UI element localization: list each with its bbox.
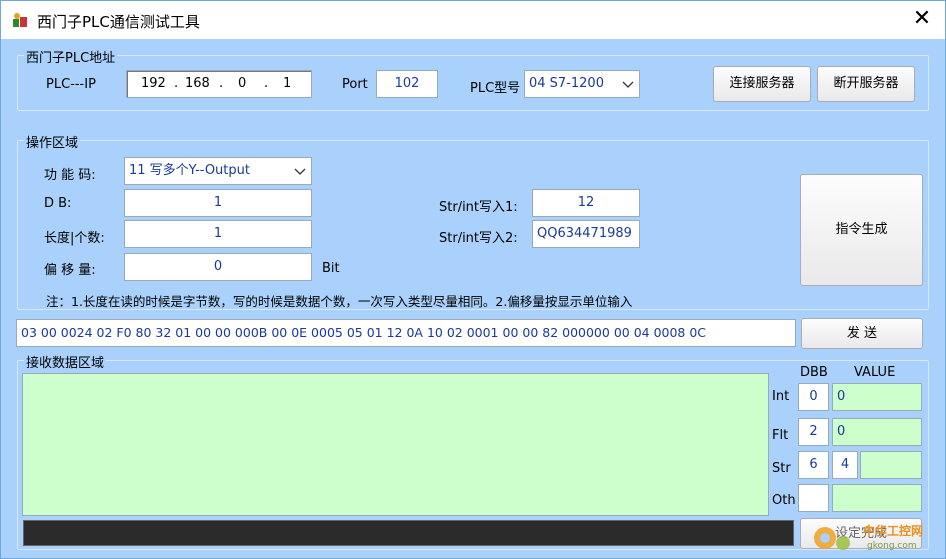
ip-dot: .	[174, 76, 179, 91]
plc-address-group-label: 西门子PLC地址	[24, 47, 118, 66]
port-label: Port	[342, 77, 368, 92]
write2-label: Str/int写入2:	[439, 231, 518, 246]
connect-server-button[interactable]: 连接服务器	[713, 66, 811, 102]
int-label: Int	[772, 389, 790, 404]
int-value-field: 0	[832, 383, 922, 411]
func-code-value: 11 写多个Y--Output	[129, 163, 250, 178]
port-input[interactable]: 102	[376, 70, 438, 98]
ip-octet-2: 168	[185, 76, 210, 91]
int-dbb-input[interactable]: 0	[798, 383, 829, 411]
value-header: VALUE	[854, 365, 896, 380]
ip-octet-1: 192	[141, 76, 166, 91]
func-code-label: 功 能 码:	[44, 168, 96, 183]
flt-dbb-input[interactable]: 2	[798, 418, 829, 446]
watermark-logo: 中华工控网 gkong.com	[809, 518, 939, 554]
db-input[interactable]: 1	[124, 189, 312, 217]
oth-value-field	[832, 484, 922, 512]
length-label: 长度|个数:	[44, 231, 105, 246]
ip-dot: .	[219, 76, 224, 91]
window-title: 西门子PLC通信测试工具	[37, 13, 200, 31]
offset-input[interactable]: 0	[124, 253, 312, 281]
ip-label: PLC---IP	[46, 77, 96, 92]
write2-input[interactable]: QQ634471989	[532, 220, 640, 248]
ip-octet-3: 0	[238, 76, 247, 91]
ip-dot: .	[264, 76, 269, 91]
plc-model-select[interactable]: 04 S7-1200	[524, 70, 640, 98]
offset-label: 偏 移 量:	[44, 263, 96, 278]
watermark-sub: gkong.com	[867, 541, 917, 551]
command-input[interactable]: 03 00 0024 02 F0 80 32 01 00 00 000B 00 …	[16, 319, 796, 347]
chevron-down-icon	[621, 71, 635, 97]
dbb-header: DBB	[800, 365, 828, 380]
close-icon[interactable]: ✕	[909, 7, 935, 33]
write1-input[interactable]: 12	[532, 189, 640, 217]
operation-group-label: 操作区域	[24, 132, 81, 151]
note-text: 注：1.长度在读的时候是字节数，写的时候是数据个数，一次写入类型尽量相同。2.偏…	[46, 294, 633, 309]
model-label: PLC型号	[470, 81, 521, 96]
flt-value-field: 0	[832, 418, 922, 446]
str-label: Str	[772, 461, 791, 476]
chevron-down-icon	[293, 158, 307, 184]
ip-address-input[interactable]: 192 . 168 . 0 . 1	[126, 70, 312, 98]
str-length-input[interactable]: 4	[832, 451, 858, 479]
oth-label: Oth	[772, 493, 796, 508]
title-bar: 西门子PLC通信测试工具 ✕	[1, 1, 945, 39]
flt-label: Flt	[772, 428, 789, 443]
plc-model-value: 04 S7-1200	[529, 76, 604, 91]
offset-unit: Bit	[322, 261, 340, 276]
write1-label: Str/int写入1:	[439, 200, 518, 215]
app-icon	[11, 11, 29, 29]
generate-command-button[interactable]: 指令生成	[800, 174, 923, 286]
str-value-field	[860, 451, 922, 479]
send-button[interactable]: 发 送	[801, 318, 923, 349]
str-dbb-input[interactable]: 6	[798, 451, 829, 479]
watermark-text: 中华工控网	[863, 523, 923, 538]
disconnect-server-button[interactable]: 断开服务器	[817, 66, 915, 102]
receive-group-label: 接收数据区域	[24, 352, 107, 371]
db-label: D B:	[44, 196, 72, 211]
ip-octet-4: 1	[283, 76, 292, 91]
oth-dbb-input[interactable]	[798, 484, 829, 512]
length-input[interactable]: 1	[124, 220, 312, 248]
receive-data-area[interactable]	[22, 373, 769, 516]
status-bar	[23, 520, 794, 546]
app-window: 西门子PLC通信测试工具 ✕ 西门子PLC地址 PLC---IP 192 . 1…	[0, 0, 946, 559]
func-code-select[interactable]: 11 写多个Y--Output	[124, 157, 312, 185]
